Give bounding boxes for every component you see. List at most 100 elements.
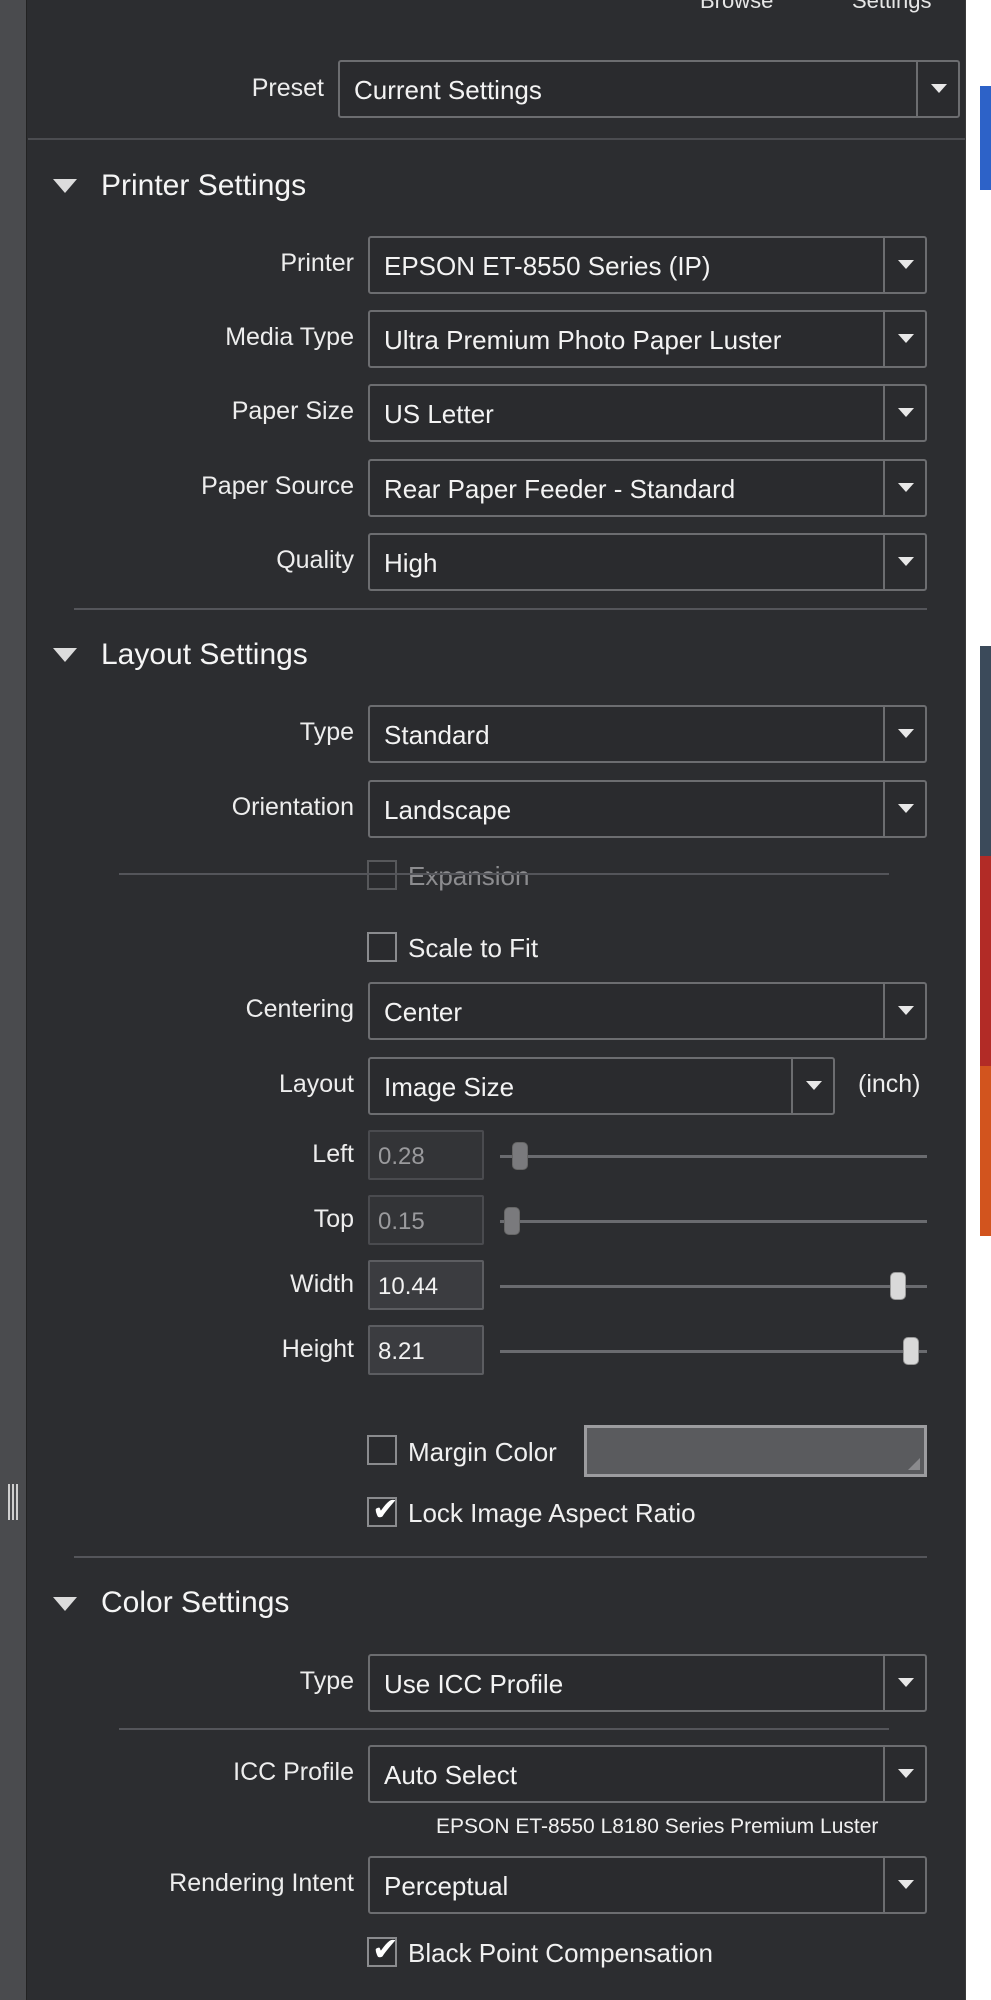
chevron-down-icon[interactable]	[883, 238, 925, 292]
width-label: Width	[290, 1270, 354, 1298]
height-value: 8.21	[378, 1338, 425, 1365]
expansion-checkbox[interactable]	[367, 860, 397, 890]
chevron-down-icon[interactable]	[883, 1656, 925, 1710]
height-label: Height	[281, 1335, 354, 1363]
paper-source-value: Rear Paper Feeder - Standard	[384, 474, 736, 504]
media-type-label: Media Type	[225, 323, 354, 351]
layout-type-select[interactable]: Standard	[368, 705, 927, 763]
centering-label: Centering	[245, 995, 354, 1023]
left-slider-thumb[interactable]	[512, 1142, 529, 1170]
black-point-checkbox[interactable]: ✔	[367, 1933, 399, 1967]
margin-color-checkbox[interactable]	[367, 1435, 397, 1465]
unit-label: (inch)	[858, 1070, 921, 1098]
layout-settings-header[interactable]: Layout Settings	[101, 638, 308, 672]
preset-select[interactable]: Current Settings	[338, 60, 960, 118]
margin-color-swatch[interactable]	[584, 1425, 927, 1477]
media-type-value: Ultra Premium Photo Paper Luster	[384, 325, 782, 355]
chevron-down-icon[interactable]	[883, 782, 925, 836]
height-slider-track[interactable]	[500, 1350, 927, 1353]
left-panel-strip	[0, 0, 27, 2000]
paper-source-select[interactable]: Rear Paper Feeder - Standard	[368, 459, 927, 517]
orientation-value: Landscape	[384, 795, 512, 825]
chevron-down-icon[interactable]	[883, 312, 925, 366]
icc-profile-note: EPSON ET-8550 L8180 Series Premium Luste…	[436, 1815, 879, 1838]
disclosure-triangle-icon[interactable]	[53, 179, 77, 193]
icc-profile-select[interactable]: Auto Select	[368, 1745, 927, 1803]
top-label: Top	[313, 1205, 354, 1233]
scale-to-fit-label: Scale to Fit	[408, 933, 539, 963]
chevron-down-icon[interactable]	[883, 1747, 925, 1801]
width-slider-track[interactable]	[500, 1285, 927, 1288]
orientation-label: Orientation	[231, 793, 354, 821]
disclosure-triangle-icon[interactable]	[53, 648, 77, 662]
chevron-down-icon[interactable]	[883, 461, 925, 515]
chevron-down-icon[interactable]	[883, 535, 925, 589]
disclosure-triangle-icon[interactable]	[53, 1597, 77, 1611]
icc-profile-label: ICC Profile	[233, 1758, 354, 1786]
tab-browse[interactable]: Browse	[700, 0, 773, 14]
preset-value: Current Settings	[354, 75, 542, 105]
left-input[interactable]: 0.28	[368, 1130, 484, 1180]
layout-value: Image Size	[384, 1072, 515, 1102]
top-value: 0.15	[378, 1208, 425, 1235]
margin-color-label: Margin Color	[408, 1437, 557, 1467]
quality-label: Quality	[276, 546, 354, 574]
paper-size-label: Paper Size	[231, 397, 354, 425]
layout-label: Layout	[278, 1070, 354, 1098]
printer-value: EPSON ET-8550 Series (IP)	[384, 251, 711, 281]
tab-settings[interactable]: Settings	[852, 0, 932, 14]
top-slider-thumb[interactable]	[504, 1207, 521, 1235]
top-input[interactable]: 0.15	[368, 1195, 484, 1245]
color-type-value: Use ICC Profile	[384, 1669, 564, 1699]
layout-type-value: Standard	[384, 720, 490, 750]
printer-select[interactable]: EPSON ET-8550 Series (IP)	[368, 236, 927, 294]
layout-select[interactable]: Image Size	[368, 1057, 835, 1115]
quality-select[interactable]: High	[368, 533, 927, 591]
layout-type-label: Type	[299, 718, 354, 746]
color-type-label: Type	[299, 1667, 354, 1695]
paper-size-select[interactable]: US Letter	[368, 384, 927, 442]
lock-aspect-checkbox[interactable]: ✔	[367, 1493, 399, 1527]
height-input[interactable]: 8.21	[368, 1325, 484, 1375]
orientation-divider	[119, 873, 889, 875]
scale-to-fit-checkbox[interactable]	[367, 932, 397, 962]
color-type-divider	[119, 1728, 889, 1730]
rendering-intent-label: Rendering Intent	[169, 1869, 354, 1897]
paper-source-label: Paper Source	[201, 472, 354, 500]
color-type-select[interactable]: Use ICC Profile	[368, 1654, 927, 1712]
printer-settings-header[interactable]: Printer Settings	[101, 169, 306, 203]
centering-select[interactable]: Center	[368, 982, 927, 1040]
chevron-down-icon[interactable]	[883, 386, 925, 440]
centering-value: Center	[384, 997, 463, 1027]
adjacent-window-edge	[965, 0, 991, 2000]
swatch-corner-icon	[908, 1458, 920, 1470]
chevron-down-icon[interactable]	[883, 1858, 925, 1912]
black-point-label: Black Point Compensation	[408, 1938, 713, 1968]
rendering-intent-select[interactable]: Perceptual	[368, 1856, 927, 1914]
chevron-down-icon[interactable]	[883, 707, 925, 761]
print-settings-panel: Browse Settings Preset Current Settings …	[28, 0, 966, 2000]
panel-resize-handle[interactable]	[8, 1484, 22, 1524]
width-slider-thumb[interactable]	[890, 1272, 907, 1300]
edge-blue-block	[980, 86, 991, 190]
left-slider-track[interactable]	[500, 1155, 927, 1158]
media-type-select[interactable]: Ultra Premium Photo Paper Luster	[368, 310, 927, 368]
orientation-select[interactable]: Landscape	[368, 780, 927, 838]
color-settings-header[interactable]: Color Settings	[101, 1586, 289, 1620]
edge-photo-2	[980, 856, 991, 1066]
lock-aspect-label: Lock Image Aspect Ratio	[408, 1498, 696, 1528]
left-value: 0.28	[378, 1143, 425, 1170]
top-slider-track[interactable]	[500, 1220, 927, 1223]
preset-label: Preset	[251, 74, 324, 102]
edge-photo-3	[980, 1066, 991, 1236]
chevron-down-icon[interactable]	[883, 984, 925, 1038]
edge-photo-1	[980, 646, 991, 856]
chevron-down-icon[interactable]	[791, 1059, 833, 1113]
checkmark-icon: ✔	[372, 1491, 399, 1527]
chevron-down-icon[interactable]	[916, 62, 958, 116]
preset-divider	[28, 138, 965, 140]
height-slider-thumb[interactable]	[902, 1337, 919, 1365]
layout-settings-divider	[74, 1556, 927, 1558]
width-input[interactable]: 10.44	[368, 1260, 484, 1310]
rendering-intent-value: Perceptual	[384, 1871, 509, 1901]
